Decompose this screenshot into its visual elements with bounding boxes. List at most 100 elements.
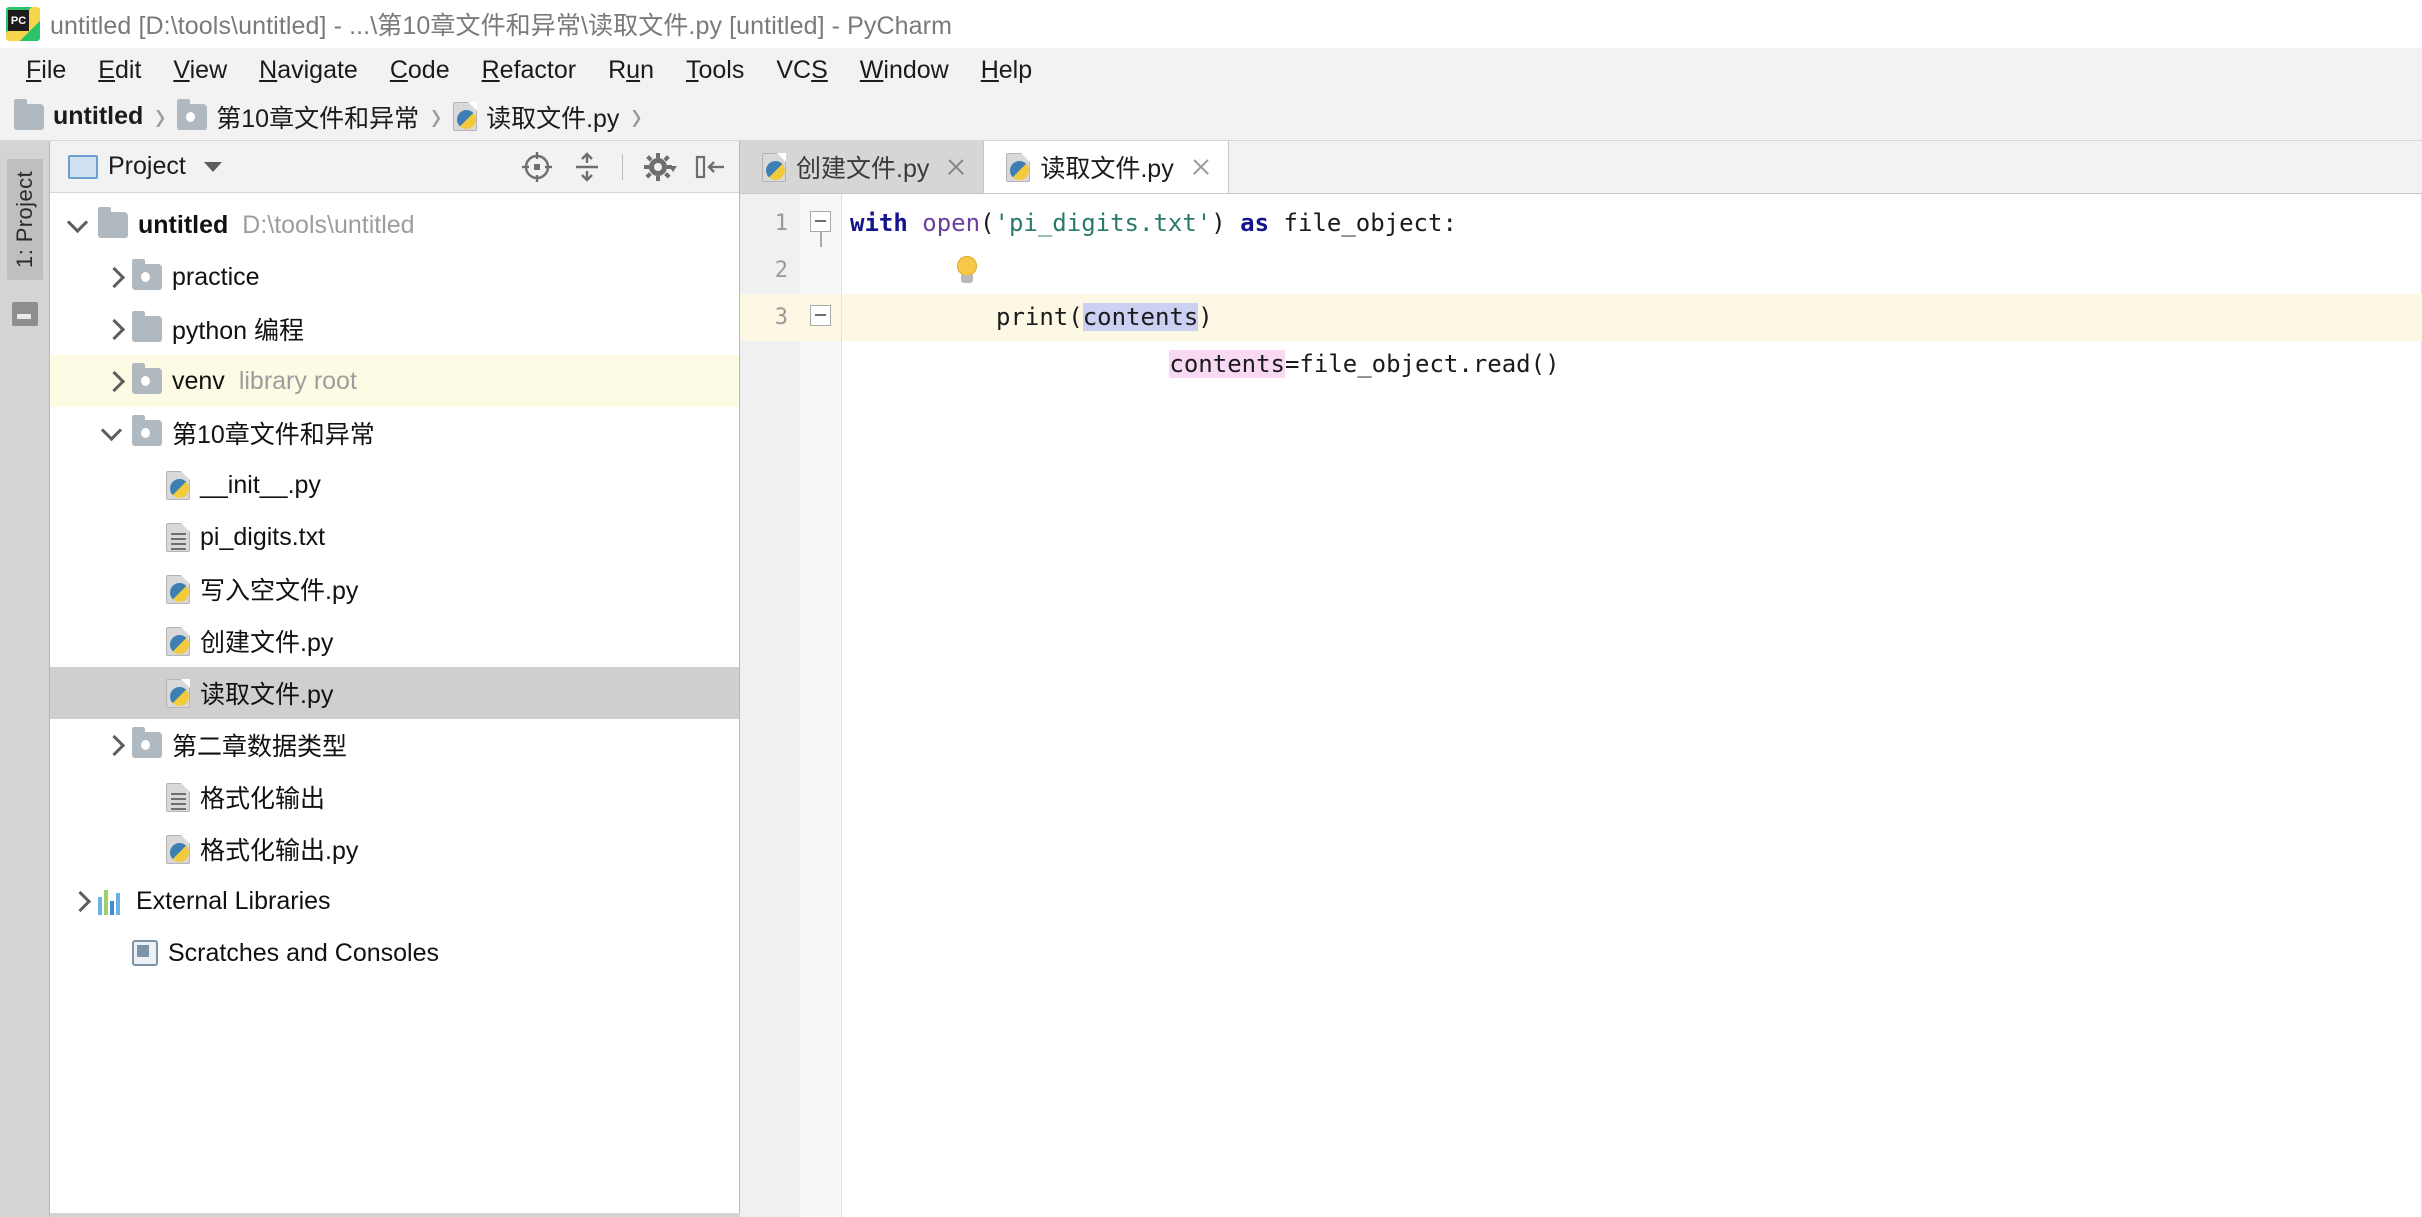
tree-row[interactable]: 第10章文件和异常 <box>50 407 739 459</box>
tree-row[interactable]: Scratches and Consoles <box>50 927 739 979</box>
tree-item-label: 第10章文件和异常 <box>172 415 375 451</box>
python-file-icon <box>166 679 190 708</box>
sidebar-item-project-tab[interactable]: 1: Project <box>7 159 43 280</box>
window-title: untitled [D:\tools\untitled] - ...\第10章文… <box>50 6 952 42</box>
chevron-right-icon[interactable] <box>98 314 128 344</box>
chevron-down-icon[interactable] <box>64 210 94 240</box>
libraries-icon <box>98 888 126 915</box>
tree-row[interactable]: pi_digits.txt <box>50 511 739 563</box>
menu-item-tools[interactable]: Tools <box>670 54 760 87</box>
editor-tab-read-file[interactable]: 读取文件.py <box>984 141 1228 193</box>
gear-icon[interactable] <box>643 150 677 184</box>
menu-item-file[interactable]: File <box>10 54 82 87</box>
tree-item-annotation: library root <box>239 367 357 396</box>
line-number: 1 <box>740 200 800 247</box>
code-line-1[interactable]: with open('pi_digits.txt') as file_objec… <box>842 200 2422 247</box>
close-icon[interactable] <box>945 156 967 178</box>
chevron-right-icon[interactable] <box>98 730 128 760</box>
line-number-gutter: 1 2 3 <box>740 194 800 1217</box>
project-panel-header: Project <box>50 141 739 193</box>
project-tree[interactable]: untitled D:\tools\untitled practice pyth… <box>50 193 739 1217</box>
tree-item-label: venv <box>172 367 225 396</box>
paren: ) <box>1211 209 1225 237</box>
tree-row[interactable]: 创建文件.py <box>50 615 739 667</box>
menu-item-code[interactable]: Code <box>374 54 466 87</box>
python-file-icon <box>166 471 190 500</box>
tree-row[interactable]: __init__.py <box>50 459 739 511</box>
chevron-down-icon[interactable] <box>204 162 222 172</box>
breadcrumb-label: 第10章文件和异常 <box>216 99 419 135</box>
tree-item-label: 写入空文件.py <box>200 571 358 607</box>
menu-item-run[interactable]: Run <box>592 54 670 87</box>
folder-icon <box>14 104 44 130</box>
code-line-2[interactable]: contents=file_object.read() <box>842 247 2422 294</box>
fold-region-end[interactable] <box>800 294 841 341</box>
source-folder-icon <box>177 104 207 130</box>
tree-item-label: practice <box>172 263 260 292</box>
collapse-icon[interactable] <box>810 211 831 232</box>
menu-item-vcs[interactable]: VCS <box>760 54 843 87</box>
structure-icon[interactable] <box>12 302 38 326</box>
function-open: open <box>922 209 980 237</box>
colon: : <box>1442 209 1456 237</box>
source-folder-icon <box>132 420 162 446</box>
tree-row[interactable]: 格式化输出 <box>50 771 739 823</box>
fold-region-start[interactable] <box>800 200 841 247</box>
menu-item-help[interactable]: Help <box>965 54 1048 87</box>
collapse-all-icon[interactable] <box>570 150 604 184</box>
chevron-right-icon[interactable] <box>98 366 128 396</box>
keyword-as: as <box>1240 209 1269 237</box>
tree-row[interactable]: practice <box>50 251 739 303</box>
tree-row-selected[interactable]: 读取文件.py <box>50 667 739 719</box>
string-literal: 'pi_digits.txt' <box>995 209 1212 237</box>
tree-item-label: __init__.py <box>200 471 321 500</box>
code-folding-gutter[interactable] <box>800 194 842 1217</box>
code-line-3[interactable]: print(contents) <box>842 294 2422 341</box>
chevron-right-icon[interactable] <box>64 886 94 916</box>
project-panel: Project <box>50 141 740 1217</box>
breadcrumb-separator: › <box>155 95 165 139</box>
python-file-icon <box>166 627 190 656</box>
line-number: 3 <box>740 294 800 341</box>
tree-row[interactable]: untitled D:\tools\untitled <box>50 199 739 251</box>
chevron-down-icon[interactable] <box>98 418 128 448</box>
tree-row[interactable]: 格式化输出.py <box>50 823 739 875</box>
close-icon[interactable] <box>1190 156 1212 178</box>
lightbulb-icon[interactable] <box>954 256 980 286</box>
breadcrumb-item-chapter10[interactable]: 第10章文件和异常 <box>177 99 419 135</box>
tree-row[interactable]: 第二章数据类型 <box>50 719 739 771</box>
title-bar: untitled [D:\tools\untitled] - ...\第10章文… <box>0 0 2422 48</box>
tree-item-label: untitled <box>138 211 228 240</box>
python-file-icon <box>453 102 477 131</box>
tree-item-path: D:\tools\untitled <box>242 211 414 240</box>
collapse-icon[interactable] <box>810 305 831 326</box>
menu-item-view[interactable]: View <box>157 54 243 87</box>
tree-row[interactable]: 写入空文件.py <box>50 563 739 615</box>
locate-target-icon[interactable] <box>520 150 554 184</box>
code-editor[interactable]: 1 2 3 with open('pi_digits.txt') as fil <box>740 194 2422 1217</box>
fold-cell <box>800 247 841 294</box>
hide-panel-icon[interactable] <box>693 150 727 184</box>
tree-item-label: 第二章数据类型 <box>172 727 347 763</box>
tree-row[interactable]: venv library root <box>50 355 739 407</box>
breadcrumb-item-untitled[interactable]: untitled <box>14 102 143 131</box>
code-content[interactable]: with open('pi_digits.txt') as file_objec… <box>842 194 2422 1217</box>
menu-item-refactor[interactable]: Refactor <box>466 54 593 87</box>
project-panel-title: Project <box>108 152 186 181</box>
variable-contents: contents <box>1169 350 1285 378</box>
menu-item-window[interactable]: Window <box>844 54 965 87</box>
tree-row[interactable]: External Libraries <box>50 875 739 927</box>
breadcrumb-item-file[interactable]: 读取文件.py <box>453 99 619 135</box>
editor-tab-create-file[interactable]: 创建文件.py <box>740 141 984 193</box>
paren: ) <box>1198 303 1212 331</box>
line-number: 2 <box>740 247 800 294</box>
scratches-icon <box>132 940 158 966</box>
paren: ( <box>980 209 994 237</box>
source-folder-icon <box>132 264 162 290</box>
editor-tab-bar: 创建文件.py 读取文件.py <box>740 141 2422 194</box>
menu-item-navigate[interactable]: Navigate <box>243 54 374 87</box>
chevron-right-icon[interactable] <box>98 262 128 292</box>
tree-row[interactable]: python 编程 <box>50 303 739 355</box>
menu-item-edit[interactable]: Edit <box>82 54 157 87</box>
menu-bar: File Edit View Navigate Code Refactor Ru… <box>0 48 2422 93</box>
